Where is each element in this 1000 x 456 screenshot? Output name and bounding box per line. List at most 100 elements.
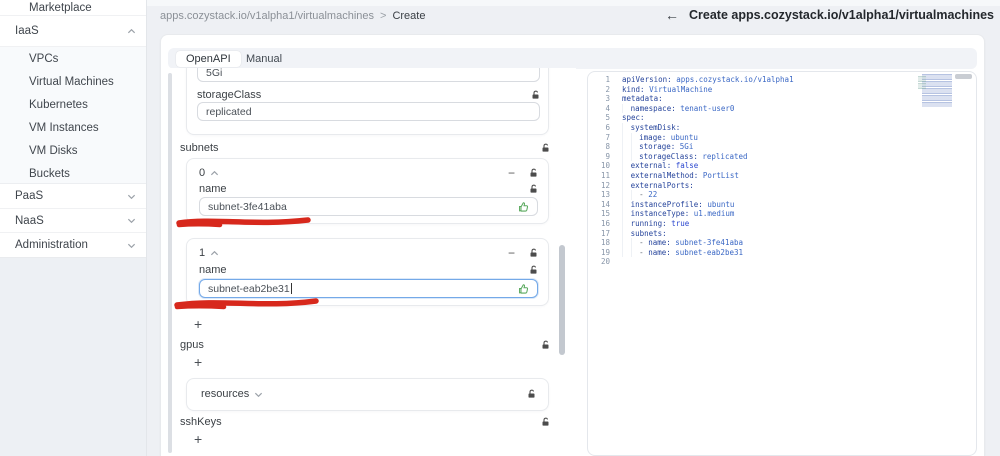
yaml-value: true <box>671 218 690 228</box>
code-line[interactable]: 16 running: true <box>588 219 976 229</box>
code-line[interactable]: 15 instanceType: u1.medium <box>588 209 976 219</box>
indent-guide <box>631 142 640 152</box>
code-line[interactable]: 13 - 22 <box>588 190 976 200</box>
sidebar-item-vm-disks[interactable]: VM Disks <box>0 139 146 162</box>
subnet-item-0-card: 0 − name subnet-3fe41aba <box>186 158 549 224</box>
yaml-key: subnets: <box>630 228 667 238</box>
sidebar-item-buckets[interactable]: Buckets <box>0 162 146 185</box>
indent-guide <box>622 209 631 219</box>
sidebar-menu: Marketplace IaaS VPCs Virtual Machines K… <box>0 0 146 258</box>
yaml-key: name: <box>648 238 676 248</box>
yaml-key: metadata: <box>622 94 663 104</box>
tab-manual[interactable]: Manual <box>236 48 292 69</box>
code-line[interactable]: 9 storageClass: replicated <box>588 152 976 162</box>
resources-card[interactable]: resources <box>186 378 549 411</box>
thumbs-up-icon[interactable] <box>518 201 529 212</box>
yaml-editor[interactable]: 1 apiVersion: apps.cozystack.io/v1alpha1 2… <box>587 71 977 456</box>
remove-subnet-button[interactable]: − <box>508 247 515 259</box>
yaml-value: subnet-eab2be31 <box>675 247 744 257</box>
indent-guide <box>622 238 631 248</box>
subnets-label: subnets <box>180 142 219 154</box>
yaml-list-dash: - <box>639 247 649 257</box>
sidebar-item-iaas[interactable]: IaaS <box>0 16 146 47</box>
editor-scrollbar-thumb[interactable] <box>955 74 972 79</box>
breadcrumb: apps.cozystack.io/v1alpha1/virtualmachin… <box>160 10 425 22</box>
sidebar-item-vpcs[interactable]: VPCs <box>0 47 146 70</box>
yaml-key: running: <box>630 218 672 228</box>
lock-icon <box>530 184 537 193</box>
subnet-item-index: 0 <box>199 167 206 179</box>
code-line[interactable]: 5 spec: <box>588 113 976 123</box>
sidebar-item-vm-instances[interactable]: VM Instances <box>0 116 146 139</box>
chevron-down-icon <box>127 194 136 199</box>
line-number: 7 <box>605 132 610 142</box>
line-number: 11 <box>600 170 610 180</box>
yaml-value: tenant-user0 <box>680 103 735 113</box>
sidebar-item-label: Buckets <box>29 167 70 180</box>
back-arrow-icon[interactable]: ← <box>665 8 679 22</box>
yaml-value: ubuntu <box>707 199 735 209</box>
code-line[interactable]: 10 external: false <box>588 161 976 171</box>
code-line[interactable]: 17 subnets: <box>588 229 976 239</box>
storage-input[interactable]: 5Gi <box>197 68 540 82</box>
subnet-0-name-input[interactable]: subnet-3fe41aba <box>199 197 538 216</box>
yaml-key: name: <box>648 247 676 257</box>
line-number: 5 <box>605 113 610 123</box>
line-number: 19 <box>600 247 610 257</box>
line-number: 9 <box>605 151 610 161</box>
sidebar-item-paas[interactable]: PaaS <box>0 184 146 209</box>
add-subnet-button[interactable]: + <box>194 317 202 331</box>
lock-icon <box>542 143 549 152</box>
code-line[interactable]: 8 storage: 5Gi <box>588 142 976 152</box>
remove-subnet-button[interactable]: − <box>508 167 515 179</box>
lock-icon <box>542 417 549 426</box>
lock-icon <box>532 90 539 99</box>
code-line[interactable]: 12 externalPorts: <box>588 181 976 191</box>
sidebar-item-marketplace[interactable]: Marketplace <box>0 0 146 16</box>
code-line[interactable]: 6 systemDisk: <box>588 123 976 133</box>
tab-openapi[interactable]: OpenAPI <box>176 50 241 67</box>
thumbs-up-icon[interactable] <box>518 283 529 294</box>
top-strip <box>147 0 1000 6</box>
add-sshkey-button[interactable]: + <box>194 432 202 446</box>
indent-guide <box>622 142 631 152</box>
line-number: 14 <box>600 199 610 209</box>
openapi-form-panel: 5Gi storageClass replicated subnets 0 − … <box>161 68 576 456</box>
chevron-up-icon[interactable] <box>210 169 219 178</box>
sidebar-item-label: Virtual Machines <box>29 75 114 88</box>
add-gpu-button[interactable]: + <box>194 355 202 369</box>
line-number: 13 <box>600 190 610 200</box>
code-line[interactable]: 11 externalMethod: PortList <box>588 171 976 181</box>
form-right-scrollbar[interactable] <box>559 245 565 355</box>
sidebar-item-label: IaaS <box>15 25 39 37</box>
subnet-1-name-input[interactable]: subnet-eab2be31 <box>199 279 538 298</box>
breadcrumb-resource-link[interactable]: apps.cozystack.io/v1alpha1/virtualmachin… <box>160 10 374 22</box>
chevron-up-icon[interactable] <box>210 249 219 258</box>
line-number: 15 <box>600 209 610 219</box>
yaml-list-dash: - <box>639 238 649 248</box>
lock-icon <box>530 248 537 257</box>
sidebar-item-virtual-machines[interactable]: Virtual Machines <box>0 70 146 93</box>
yaml-value: 22 <box>648 190 658 200</box>
code-line[interactable]: 20 <box>588 257 976 267</box>
chevron-down-icon[interactable] <box>254 390 263 399</box>
sidebar-item-administration[interactable]: Administration <box>0 233 146 258</box>
storageclass-input[interactable]: replicated <box>197 102 540 121</box>
sidebar: Marketplace IaaS VPCs Virtual Machines K… <box>0 0 147 456</box>
sidebar-item-naas[interactable]: NaaS <box>0 209 146 233</box>
form-left-scrollbar[interactable] <box>168 73 172 453</box>
yaml-key: namespace: <box>630 103 681 113</box>
code-line[interactable]: 7 image: ubuntu <box>588 133 976 143</box>
code-line[interactable]: 3 metadata: <box>588 94 976 104</box>
code-line[interactable]: 4 namespace: tenant-user0 <box>588 104 976 114</box>
storage-input-value: 5Gi <box>206 68 223 79</box>
code-line[interactable]: 14 instanceProfile: ubuntu <box>588 200 976 210</box>
sidebar-item-label: Kubernetes <box>29 98 88 111</box>
code-line[interactable]: 18 - name: subnet-3fe41aba <box>588 238 976 248</box>
code-line[interactable]: 19 - name: subnet-eab2be31 <box>588 248 976 258</box>
resources-label: resources <box>201 388 250 400</box>
minimap[interactable] <box>918 74 952 107</box>
line-number: 17 <box>600 228 610 238</box>
sidebar-item-kubernetes[interactable]: Kubernetes <box>0 93 146 116</box>
yaml-value: apps.cozystack.io/v1alpha1 <box>676 75 794 84</box>
